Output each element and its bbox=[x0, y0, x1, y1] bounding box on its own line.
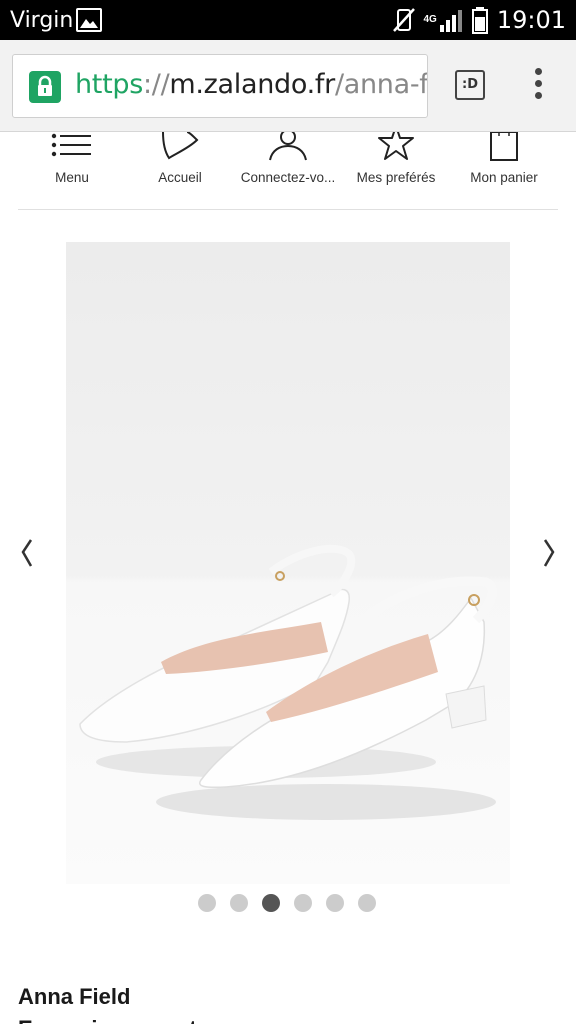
user-icon bbox=[269, 132, 307, 161]
network-type: 4G bbox=[423, 14, 437, 25]
nav-item-favorites[interactable]: Mes preférés bbox=[342, 132, 450, 210]
carousel-dot-active[interactable] bbox=[262, 894, 280, 912]
white-slingback-shoes bbox=[66, 242, 510, 884]
home-logo-icon bbox=[162, 132, 199, 160]
url-text[interactable]: https://m.zalando.fr/anna-fi bbox=[75, 69, 428, 100]
nav-label-home: Accueil bbox=[158, 170, 202, 185]
battery-icon bbox=[471, 7, 488, 34]
status-icons: 4G 19:01 bbox=[391, 6, 566, 34]
nav-item-login[interactable]: Connectez-vo... bbox=[234, 132, 342, 210]
browser-toolbar: https://m.zalando.fr/anna-fi :D bbox=[0, 40, 576, 132]
signal-icon bbox=[439, 10, 462, 32]
clock: 19:01 bbox=[496, 6, 566, 34]
url-bar[interactable]: https://m.zalando.fr/anna-fi bbox=[12, 54, 428, 118]
carrier-name: Virgin bbox=[10, 8, 74, 33]
carousel-dot[interactable] bbox=[198, 894, 216, 912]
star-icon bbox=[378, 132, 414, 160]
nav-item-menu[interactable]: Menu bbox=[18, 132, 126, 210]
product-brand[interactable]: Anna Field bbox=[18, 984, 130, 1010]
status-bar: Virgin 4G 19:01 bbox=[0, 0, 576, 40]
nav-label-login: Connectez-vo... bbox=[240, 170, 336, 185]
url-host: m.zalando.fr bbox=[169, 69, 335, 100]
url-scheme: https bbox=[75, 69, 143, 100]
bag-icon bbox=[490, 132, 518, 161]
menu-icon bbox=[51, 133, 91, 157]
url-path: /anna-fi bbox=[334, 69, 428, 100]
gallery-icon bbox=[76, 8, 102, 32]
carousel-dot[interactable] bbox=[294, 894, 312, 912]
tabs-button[interactable]: :D bbox=[455, 70, 485, 100]
overflow-menu-icon[interactable] bbox=[528, 68, 548, 104]
secure-lock-icon[interactable] bbox=[29, 71, 61, 103]
vibrate-off-icon bbox=[393, 8, 416, 32]
site-nav: Menu Accueil Connectez-vo... Mes preféré… bbox=[18, 132, 558, 210]
nav-label-menu: Menu bbox=[55, 170, 89, 185]
nav-item-cart[interactable]: Mon panier bbox=[450, 132, 558, 210]
nav-item-home[interactable]: Accueil bbox=[126, 132, 234, 210]
carousel-dot[interactable] bbox=[326, 894, 344, 912]
url-separator: :// bbox=[143, 69, 170, 100]
chevron-left-icon[interactable] bbox=[14, 532, 38, 572]
chevron-right-icon[interactable] bbox=[538, 532, 562, 572]
carousel-dot[interactable] bbox=[358, 894, 376, 912]
product-image[interactable] bbox=[66, 242, 510, 884]
carousel-dot[interactable] bbox=[230, 894, 248, 912]
nav-label-favorites: Mes preférés bbox=[356, 170, 436, 185]
carousel-indicator bbox=[198, 894, 390, 912]
nav-label-cart: Mon panier bbox=[470, 170, 538, 185]
product-name: Escarpins ouverts bbox=[18, 1016, 209, 1024]
